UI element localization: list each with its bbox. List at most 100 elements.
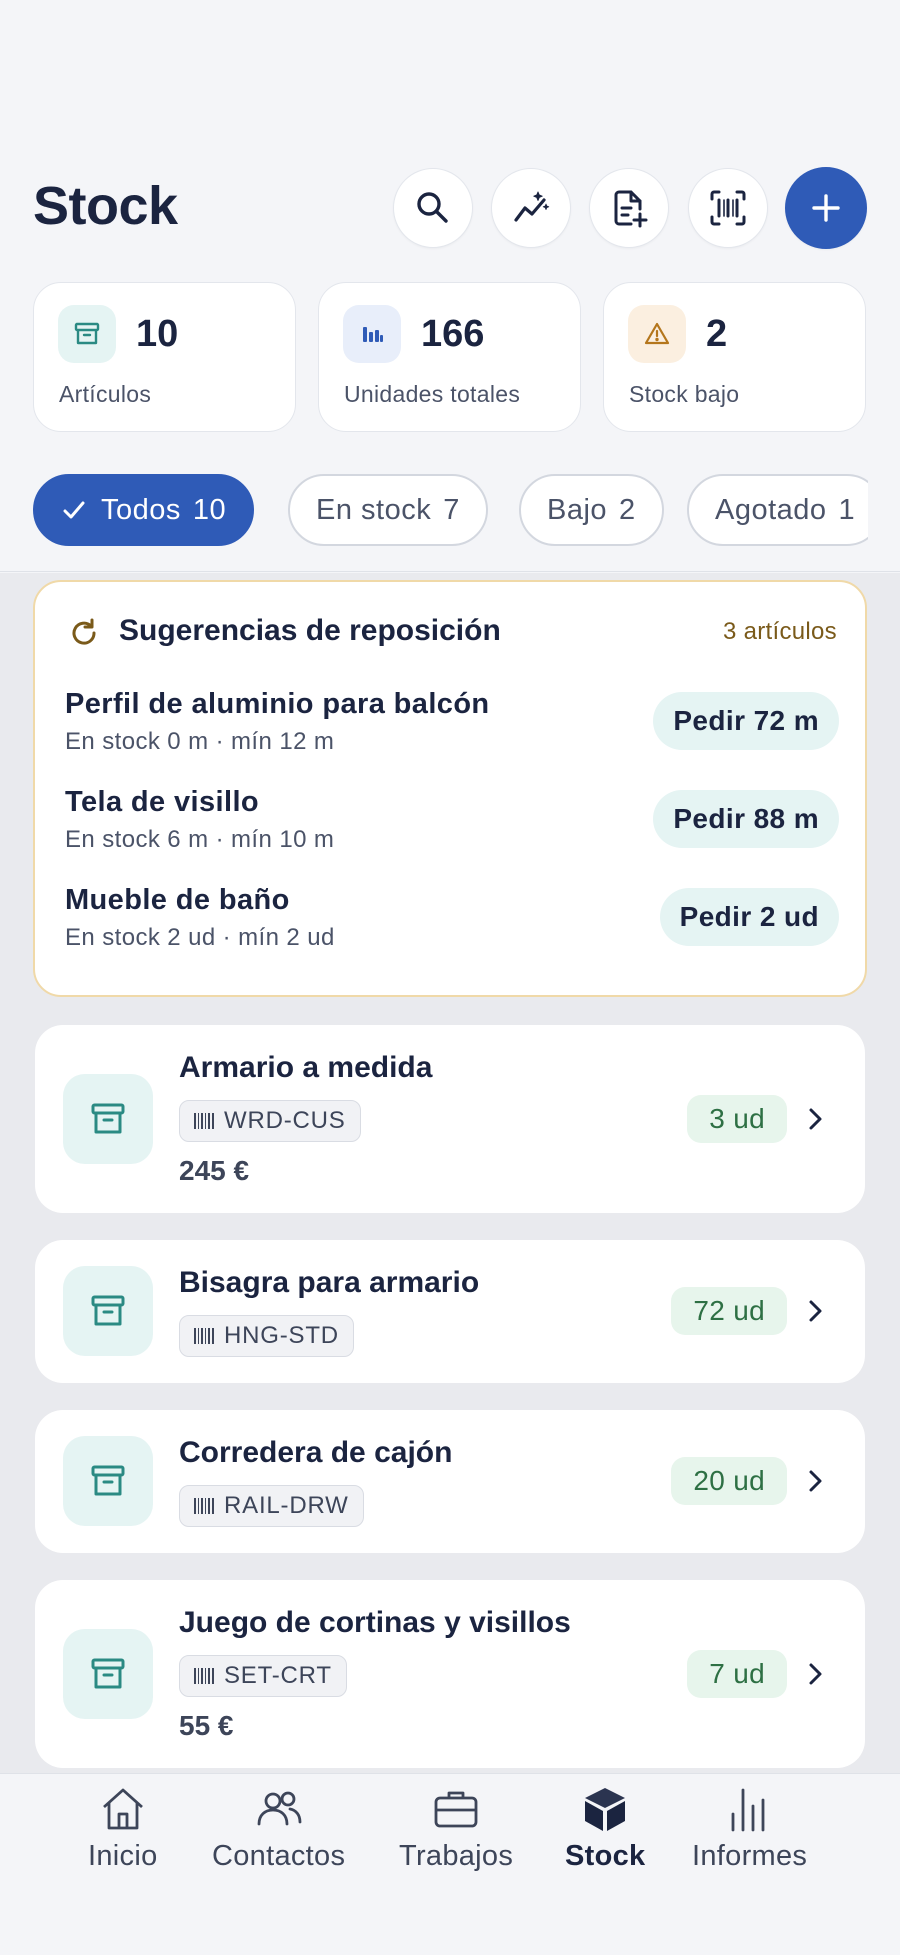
chevron-right-icon (809, 1300, 822, 1322)
suggestion-row: Mueble de baño En stock 2 ud · mín 2 ud … (65, 884, 839, 964)
quantity-badge: 3 ud (687, 1095, 787, 1143)
archive-icon (91, 1465, 125, 1496)
suggestion-name: Mueble de baño (65, 884, 290, 916)
stat-card-articles: 10 Artículos (33, 282, 296, 432)
sku-code: WRD-CUS (224, 1107, 346, 1134)
stat-label: Unidades totales (344, 381, 521, 407)
stat-label: Stock bajo (629, 381, 740, 407)
suggestion-name: Tela de visillo (65, 786, 260, 818)
refresh-icon (72, 618, 96, 645)
item-price: 55 € (179, 1710, 234, 1741)
quantity-badge: 72 ud (671, 1287, 787, 1335)
sku-badge: SET-CRT (179, 1655, 347, 1697)
item-name: Bisagra para armario (179, 1266, 480, 1299)
filter-chip-all[interactable]: Todos 10 (33, 474, 255, 546)
page-title: Stock (33, 176, 178, 236)
chip-count: 10 (192, 493, 227, 526)
chevron-right-icon (809, 1663, 822, 1685)
nav-item-home[interactable]: Inicio (88, 1784, 158, 1873)
chip-label: Agotado (715, 493, 827, 526)
stat-card-low-stock: 2 Stock bajo (603, 282, 866, 432)
stock-item-row[interactable]: Juego de cortinas y visillos SET-CRT 55 … (35, 1580, 865, 1768)
briefcase-icon (434, 1791, 478, 1828)
stock-item-row[interactable]: Bisagra para armario HNG-STD 72 ud (35, 1240, 865, 1383)
chip-label: En stock (316, 493, 432, 526)
add-item-button[interactable] (785, 167, 867, 249)
barcode-scan-icon (710, 190, 746, 226)
quantity-badge: 20 ud (671, 1457, 787, 1505)
sku-code: HNG-STD (224, 1322, 339, 1349)
suggestion-detail: En stock 2 ud · mín 2 ud (65, 924, 335, 951)
filter-chip-in-stock[interactable]: En stock 7 (288, 474, 488, 546)
nav-label: Stock (565, 1840, 646, 1872)
chevron-right-icon (809, 1470, 822, 1492)
item-name: Juego de cortinas y visillos (179, 1606, 571, 1639)
stat-label: Artículos (59, 381, 152, 407)
search-icon (417, 192, 448, 223)
sku-code: RAIL-DRW (224, 1492, 349, 1519)
insights-button[interactable] (491, 168, 571, 248)
item-price: 245 € (179, 1155, 250, 1186)
item-name: Corredera de cajón (179, 1436, 453, 1469)
stat-card-total-units: 166 Unidades totales (318, 282, 581, 432)
filter-chip-out-of-stock[interactable]: Agotado 1 (687, 474, 868, 546)
nav-label: Informes (692, 1840, 808, 1872)
suggestion-row: Tela de visillo En stock 6 m · mín 10 m … (65, 786, 839, 866)
chip-count: 7 (443, 493, 460, 526)
new-document-button[interactable] (589, 168, 669, 248)
nav-item-stock[interactable]: Stock (565, 1784, 645, 1873)
sku-badge: WRD-CUS (179, 1100, 361, 1142)
barcode-icon (194, 1498, 214, 1514)
box-icon (585, 1788, 626, 1831)
bottom-nav: Inicio Contactos Trabajos Stock Informes (0, 1773, 900, 1955)
sku-badge: HNG-STD (179, 1315, 354, 1357)
stat-value: 10 (136, 313, 179, 355)
suggestions-count: 3 artículos (722, 618, 837, 645)
header: Stock 10 Artículos 166 Unidades totales … (0, 0, 900, 572)
contacts-icon (257, 1791, 302, 1826)
scan-barcode-button[interactable] (688, 168, 768, 248)
filter-chip-low[interactable]: Bajo 2 (519, 474, 664, 546)
check-icon (63, 501, 85, 519)
nav-item-jobs[interactable]: Trabajos (399, 1784, 513, 1873)
nav-label: Contactos (212, 1840, 346, 1872)
chip-count: 1 (838, 493, 856, 526)
search-button[interactable] (393, 168, 473, 248)
suggestions-title: Sugerencias de reposición (119, 614, 501, 647)
order-button[interactable]: Pedir 2 ud (659, 888, 839, 946)
stock-item-row[interactable]: Armario a medida WRD-CUS 245 € 3 ud (35, 1025, 865, 1213)
order-button[interactable]: Pedir 72 m (653, 692, 839, 750)
stat-value: 166 (421, 313, 485, 355)
order-button[interactable]: Pedir 88 m (653, 790, 839, 848)
sku-code: SET-CRT (224, 1662, 332, 1689)
barcode-icon (194, 1668, 214, 1684)
archive-icon (91, 1295, 125, 1326)
suggestion-detail: En stock 6 m · mín 10 m (65, 826, 335, 853)
add-document-icon (614, 190, 648, 228)
chip-label: Bajo (547, 493, 608, 526)
filter-chips: Todos 10 En stock 7 Bajo 2 Agotado 1 (0, 460, 868, 560)
nav-label: Trabajos (399, 1840, 514, 1872)
chip-count: 2 (619, 493, 636, 526)
home-icon (102, 1788, 143, 1830)
nav-item-contacts[interactable]: Contactos (212, 1784, 345, 1873)
chevron-right-icon (809, 1108, 822, 1130)
suggestion-name: Perfil de aluminio para balcón (65, 688, 490, 720)
barcode-icon (194, 1328, 214, 1344)
stock-item-row[interactable]: Corredera de cajón RAIL-DRW 20 ud (35, 1410, 865, 1553)
sku-badge: RAIL-DRW (179, 1485, 364, 1527)
nav-label: Inicio (88, 1840, 158, 1872)
warning-icon (644, 322, 670, 345)
nav-item-reports[interactable]: Informes (692, 1784, 807, 1873)
stat-value: 2 (706, 313, 728, 355)
reports-icon (731, 1788, 765, 1832)
suggestion-detail: En stock 0 m · mín 12 m (65, 728, 335, 755)
archive-icon (74, 322, 100, 345)
chip-label: Todos (101, 493, 181, 526)
quantity-badge: 7 ud (687, 1650, 787, 1698)
bar-chart-icon (363, 327, 383, 342)
plus-icon (812, 194, 840, 222)
item-name: Armario a medida (179, 1051, 433, 1084)
barcode-icon (194, 1113, 214, 1129)
suggestion-row: Perfil de aluminio para balcón En stock … (65, 688, 839, 768)
